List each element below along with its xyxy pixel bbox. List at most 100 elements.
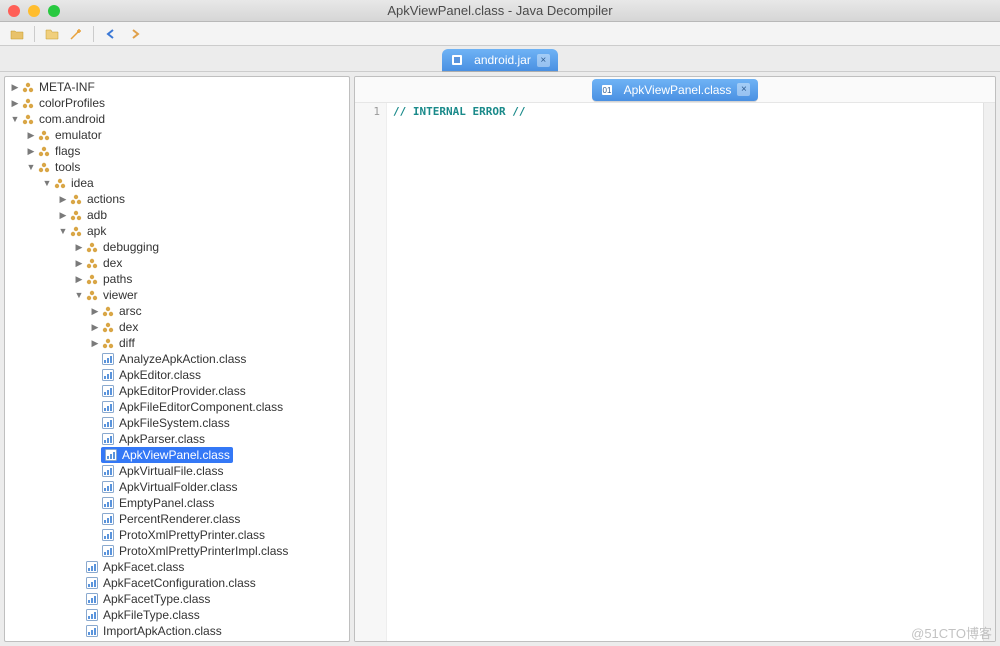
- back-button[interactable]: [102, 25, 120, 43]
- tree-item[interactable]: ▼apk: [5, 223, 349, 239]
- tree-twisty[interactable]: ▶: [9, 82, 21, 93]
- tree-twisty[interactable]: ▶: [25, 130, 37, 141]
- close-editor-tab-button[interactable]: ×: [737, 83, 750, 96]
- tree-item[interactable]: ▶META-INF: [5, 79, 349, 95]
- code-body[interactable]: // INTERNAL ERROR //: [387, 103, 983, 641]
- tree-twisty[interactable]: ▶: [73, 242, 85, 253]
- tree-item[interactable]: ApkFacet.class: [5, 559, 349, 575]
- tree-item[interactable]: ApkVirtualFolder.class: [5, 479, 349, 495]
- tree-item[interactable]: PercentRenderer.class: [5, 511, 349, 527]
- tree-item[interactable]: ▶ debugging: [5, 239, 349, 255]
- tree-twisty[interactable]: ▶: [73, 258, 85, 269]
- tree-item-label: ApkEditorProvider.class: [119, 384, 246, 398]
- editor-tab-apkviewpanel[interactable]: 01 ApkViewPanel.class ×: [592, 79, 759, 101]
- tree-item[interactable]: ApkEditor.class: [5, 367, 349, 383]
- folder-icon: [45, 27, 59, 41]
- open-file-button[interactable]: [8, 25, 26, 43]
- tree-item[interactable]: ▶dex: [5, 319, 349, 335]
- tree-item[interactable]: ApkFileType.class: [5, 607, 349, 623]
- package-icon: [101, 320, 115, 334]
- tree-item[interactable]: ▶emulator: [5, 127, 349, 143]
- tree-twisty[interactable]: ▶: [73, 274, 85, 285]
- tree-twisty[interactable]: ▼: [41, 178, 53, 188]
- tree-item[interactable]: ▶ diff: [5, 335, 349, 351]
- tree-item-label: com.android: [39, 112, 105, 126]
- open-type-button[interactable]: [43, 25, 61, 43]
- close-tab-button[interactable]: ×: [537, 54, 550, 67]
- tree-item[interactable]: ▶arsc: [5, 303, 349, 319]
- tree-item[interactable]: ▶actions: [5, 191, 349, 207]
- code-area: 1 // INTERNAL ERROR //: [355, 103, 995, 641]
- tree-twisty[interactable]: ▶: [9, 98, 21, 109]
- tree-item-label: ApkVirtualFile.class: [119, 464, 223, 478]
- tree-item-label: ApkFacetType.class: [103, 592, 210, 606]
- class-file-icon: [85, 576, 99, 590]
- tree-twisty[interactable]: ▶: [89, 338, 101, 349]
- search-button[interactable]: [67, 25, 85, 43]
- tree-item[interactable]: ProtoXmlPrettyPrinterImpl.class: [5, 543, 349, 559]
- tree-item[interactable]: AnalyzeApkAction.class: [5, 351, 349, 367]
- tree-item[interactable]: ▶dex: [5, 255, 349, 271]
- tree-item-label: debugging: [103, 240, 159, 254]
- editor-scrollbar-rail[interactable]: [983, 103, 995, 641]
- tree-item[interactable]: ApkFacetConfiguration.class: [5, 575, 349, 591]
- arrow-right-icon: [129, 28, 141, 40]
- class-file-icon: 01: [600, 83, 614, 97]
- tree-item[interactable]: ▶colorProfiles: [5, 95, 349, 111]
- class-file-icon: [101, 384, 115, 398]
- tree-twisty[interactable]: ▶: [89, 306, 101, 317]
- tree-item-selected[interactable]: ApkViewPanel.class: [101, 447, 233, 463]
- tree-item[interactable]: ▶ paths: [5, 271, 349, 287]
- tree-item[interactable]: ▶assistant: [5, 639, 349, 641]
- tree-item-label: ApkFacetConfiguration.class: [103, 576, 256, 590]
- tree-twisty[interactable]: ▶: [57, 194, 69, 205]
- forward-button[interactable]: [126, 25, 144, 43]
- tree-twisty[interactable]: ▼: [57, 226, 69, 236]
- folder-open-icon: [10, 27, 24, 41]
- tree-item[interactable]: ApkViewPanel.class: [5, 447, 349, 463]
- close-window-button[interactable]: [8, 5, 20, 17]
- tree-item-label: paths: [103, 272, 132, 286]
- file-tab-android-jar[interactable]: android.jar ×: [442, 49, 558, 71]
- class-file-icon: [101, 368, 115, 382]
- tree-item-label: EmptyPanel.class: [119, 496, 214, 510]
- package-icon: [21, 80, 35, 94]
- tree-twisty[interactable]: ▼: [9, 114, 21, 124]
- package-icon: [85, 272, 99, 286]
- tree-item[interactable]: ApkEditorProvider.class: [5, 383, 349, 399]
- package-icon: [21, 112, 35, 126]
- tree-item-label: ApkFileSystem.class: [119, 416, 230, 430]
- tree-item-label: ProtoXmlPrettyPrinterImpl.class: [119, 544, 288, 558]
- tree-twisty[interactable]: ▶: [57, 210, 69, 221]
- package-icon: [85, 288, 99, 302]
- minimize-window-button[interactable]: [28, 5, 40, 17]
- tree-item[interactable]: ▼idea: [5, 175, 349, 191]
- zoom-window-button[interactable]: [48, 5, 60, 17]
- tree-item[interactable]: ApkVirtualFile.class: [5, 463, 349, 479]
- tree-item[interactable]: ApkFacetType.class: [5, 591, 349, 607]
- editor-tab-label: ApkViewPanel.class: [624, 83, 732, 97]
- tree-item-label: diff: [119, 336, 135, 350]
- tree-item[interactable]: ▼tools: [5, 159, 349, 175]
- tree-item[interactable]: ProtoXmlPrettyPrinter.class: [5, 527, 349, 543]
- tree-twisty[interactable]: ▶: [89, 322, 101, 333]
- tree-twisty[interactable]: ▼: [73, 290, 85, 300]
- tree-item[interactable]: ▶flags: [5, 143, 349, 159]
- tree-twisty[interactable]: ▶: [25, 146, 37, 157]
- tree-panel: ▶META-INF▶colorProfiles ▼ com.android▶emul…: [4, 76, 350, 642]
- package-icon: [21, 96, 35, 110]
- tree-item[interactable]: ApkFileSystem.class: [5, 415, 349, 431]
- tree-item[interactable]: ApkParser.class: [5, 431, 349, 447]
- package-icon: [69, 208, 83, 222]
- class-file-icon: [101, 416, 115, 430]
- window-controls: [0, 5, 70, 17]
- tree-item[interactable]: ▼viewer: [5, 287, 349, 303]
- tree-twisty[interactable]: ▼: [25, 162, 37, 172]
- package-tree[interactable]: ▶META-INF▶colorProfiles ▼ com.android▶emul…: [5, 77, 349, 641]
- tree-item[interactable]: EmptyPanel.class: [5, 495, 349, 511]
- tree-item[interactable]: ImportApkAction.class: [5, 623, 349, 639]
- tree-item[interactable]: ▼ com.android: [5, 111, 349, 127]
- tree-item[interactable]: ApkFileEditorComponent.class: [5, 399, 349, 415]
- tree-item[interactable]: ▶adb: [5, 207, 349, 223]
- tree-item-label: AnalyzeApkAction.class: [119, 352, 246, 366]
